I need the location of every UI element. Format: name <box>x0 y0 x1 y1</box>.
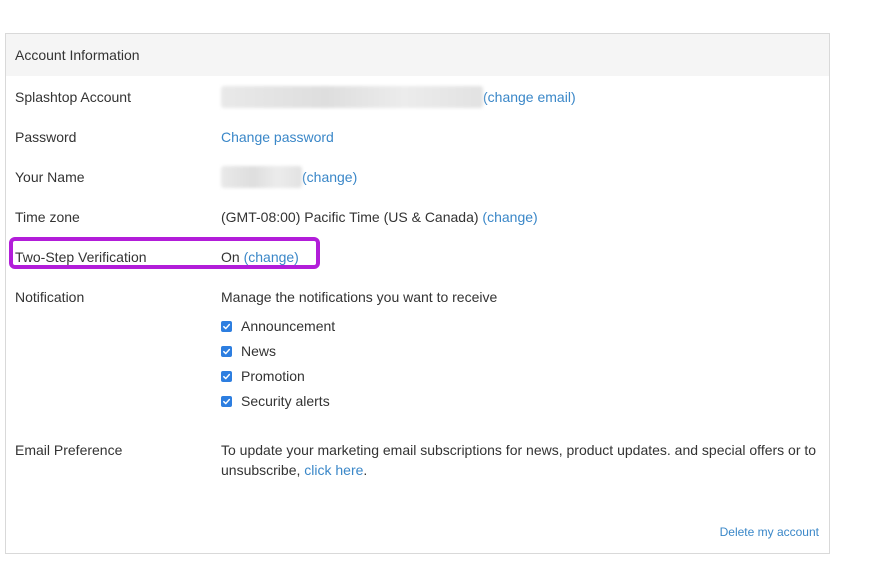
change-email-link[interactable]: (change email) <box>483 89 576 105</box>
row-two-step-verification: Two-Step Verification On (change) <box>15 246 829 268</box>
redacted-email <box>221 86 483 108</box>
security-alerts-label: Security alerts <box>241 393 330 409</box>
check-icon <box>223 373 231 380</box>
time-zone-text: (GMT-08:00) Pacific Time (US & Canada) <box>221 209 479 225</box>
account-information-panel: Account Information Splashtop Account (c… <box>5 33 830 554</box>
change-two-step-link[interactable]: (change) <box>244 249 299 265</box>
email-preference-period: . <box>363 462 368 478</box>
row-password: Password Change password <box>15 126 829 148</box>
change-name-link[interactable]: (change) <box>302 169 357 185</box>
check-icon <box>223 398 231 405</box>
two-step-status: On <box>221 249 240 265</box>
delete-account-link[interactable]: Delete my account <box>720 523 819 541</box>
notification-description: Manage the notifications you want to rec… <box>221 289 498 305</box>
check-icon <box>223 323 231 330</box>
panel-header: Account Information <box>6 34 829 76</box>
notification-option-promotion[interactable]: Promotion <box>221 364 335 389</box>
announcement-checkbox[interactable] <box>221 321 232 332</box>
row-notification: Notification Manage the notifications yo… <box>15 286 829 308</box>
check-icon <box>223 348 231 355</box>
notification-option-news[interactable]: News <box>221 339 335 364</box>
notification-option-announcement[interactable]: Announcement <box>221 314 335 339</box>
security-alerts-checkbox[interactable] <box>221 396 232 407</box>
notification-label: Notification <box>15 289 85 305</box>
password-value: Change password <box>221 126 334 148</box>
time-zone-label: Time zone <box>15 209 80 225</box>
news-checkbox[interactable] <box>221 346 232 357</box>
your-name-label: Your Name <box>15 169 85 185</box>
announcement-label: Announcement <box>241 318 336 334</box>
panel-title: Account Information <box>15 47 140 63</box>
password-label: Password <box>15 129 77 145</box>
email-preference-label: Email Preference <box>15 442 123 458</box>
click-here-link[interactable]: click here <box>304 462 363 478</box>
notification-option-security-alerts[interactable]: Security alerts <box>221 389 335 414</box>
news-label: News <box>241 343 277 359</box>
row-your-name: Your Name (change) <box>15 166 829 188</box>
notification-options: Announcement News Promotion Security ale… <box>221 314 335 414</box>
redacted-name <box>221 166 302 188</box>
change-time-zone-link[interactable]: (change) <box>482 209 537 225</box>
row-splashtop-account: Splashtop Account (change email) <box>15 86 829 108</box>
email-preference-text: To update your marketing email subscript… <box>221 440 821 480</box>
promotion-label: Promotion <box>241 368 305 384</box>
two-step-verification-label: Two-Step Verification <box>15 249 147 265</box>
two-step-verification-value: On (change) <box>221 246 299 268</box>
splashtop-account-value: (change email) <box>221 86 576 108</box>
promotion-checkbox[interactable] <box>221 371 232 382</box>
row-time-zone: Time zone (GMT-08:00) Pacific Time (US &… <box>15 206 829 228</box>
change-password-link[interactable]: Change password <box>221 129 334 145</box>
splashtop-account-label: Splashtop Account <box>15 89 131 105</box>
your-name-value: (change) <box>221 166 357 188</box>
time-zone-value: (GMT-08:00) Pacific Time (US & Canada) (… <box>221 206 538 228</box>
